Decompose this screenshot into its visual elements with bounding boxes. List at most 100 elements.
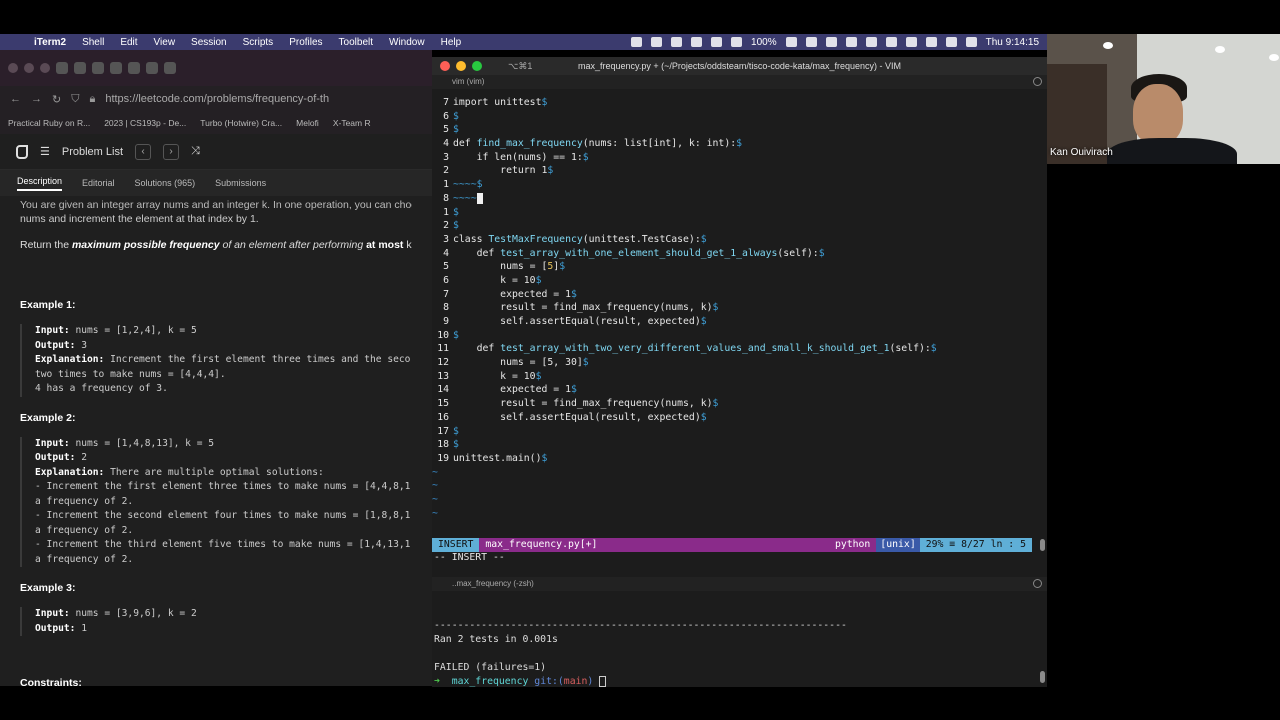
code-line[interactable]: 3 if len(nums) == 1:$	[432, 151, 1037, 165]
zsh-terminal[interactable]: ----------------------------------------…	[434, 605, 847, 687]
url-field[interactable]: https://leetcode.com/problems/frequency-…	[105, 93, 329, 105]
status-app-icon[interactable]	[651, 37, 663, 47]
browser-tab[interactable]	[164, 62, 176, 74]
status-app-icon[interactable]	[631, 37, 643, 47]
code-line[interactable]: 6 $	[432, 110, 1037, 124]
code-line[interactable]: 13 k = 10$	[432, 370, 1037, 384]
status-app-icon[interactable]	[865, 37, 877, 47]
menu-session[interactable]: Session	[183, 37, 235, 48]
code-line[interactable]: 8 result = find_max_frequency(nums, k)$	[432, 301, 1037, 315]
wifi-icon[interactable]	[905, 37, 917, 47]
leetcode-logo-icon[interactable]	[16, 144, 28, 159]
window-close-button[interactable]	[8, 63, 18, 73]
status-app-icon[interactable]	[731, 37, 743, 47]
control-center-icon[interactable]	[965, 37, 977, 47]
tab-description[interactable]: Description	[17, 176, 63, 191]
code-line[interactable]: 15 result = find_max_frequency(nums, k)$	[432, 397, 1037, 411]
input-source-icon[interactable]	[945, 37, 957, 47]
tab-solutions[interactable]: Solutions (965)	[135, 178, 196, 188]
status-app-icon[interactable]	[711, 37, 723, 47]
vim-scrollbar[interactable]	[1040, 539, 1045, 551]
menubar-clock[interactable]: Thu 9:14:15	[986, 37, 1039, 48]
problem-list-link[interactable]: Problem List	[62, 146, 123, 158]
status-app-icon[interactable]	[805, 37, 817, 47]
line-number: 4	[443, 247, 449, 259]
prev-problem-button[interactable]: ‹	[135, 143, 152, 160]
menu-view[interactable]: View	[146, 37, 184, 48]
code-line[interactable]: 16 self.assertEqual(result, expected)$	[432, 411, 1037, 425]
pane-close-icon[interactable]	[1033, 579, 1042, 588]
code-line[interactable]: 10 $	[432, 329, 1037, 343]
shield-icon[interactable]: ⛉	[71, 93, 79, 106]
menu-profiles[interactable]: Profiles	[281, 37, 330, 48]
window-close-button[interactable]	[440, 61, 450, 71]
shell-prompt[interactable]: ➜ max_frequency git:(main)	[434, 675, 847, 687]
code-line[interactable]: 4 def test_array_with_one_element_should…	[432, 247, 1037, 261]
browser-tab[interactable]	[74, 62, 86, 74]
forward-arrow-icon[interactable]: →	[31, 93, 42, 105]
code-line[interactable]: 1 ~~~~$	[432, 178, 1037, 192]
battery-percent[interactable]: 100%	[751, 37, 777, 48]
code-line[interactable]: 11 def test_array_with_two_very_differen…	[432, 342, 1037, 356]
code-line[interactable]: 2 return 1$	[432, 164, 1037, 178]
code-line[interactable]: 19 unittest.main()$	[432, 452, 1037, 466]
code-line[interactable]: 8 ~~~~	[432, 192, 1037, 206]
code-line[interactable]: 7 import unittest$	[432, 96, 1037, 110]
menu-help[interactable]: Help	[433, 37, 470, 48]
battery-icon[interactable]	[885, 37, 897, 47]
bookmark-item[interactable]: X-Team R	[333, 118, 371, 128]
window-zoom-button[interactable]	[40, 63, 50, 73]
code-line[interactable]: 2 $	[432, 219, 1037, 233]
example-explanation-line: 4 has a frequency of 3.	[35, 383, 168, 394]
code-text: self.assertEqual(result, expected)$	[453, 315, 706, 329]
menu-scripts[interactable]: Scripts	[235, 37, 282, 48]
code-line[interactable]: 6 k = 10$	[432, 274, 1037, 288]
browser-tab[interactable]	[110, 62, 122, 74]
code-line[interactable]: 9 self.assertEqual(result, expected)$	[432, 315, 1037, 329]
code-line[interactable]: 12 nums = [5, 30]$	[432, 356, 1037, 370]
menu-edit[interactable]: Edit	[112, 37, 145, 48]
code-token: import unittest	[453, 97, 542, 108]
menu-shell[interactable]: Shell	[74, 37, 112, 48]
menu-window[interactable]: Window	[381, 37, 433, 48]
shuffle-icon[interactable]: ⤨	[191, 145, 200, 158]
browser-tab[interactable]	[128, 62, 140, 74]
bookmark-item[interactable]: Practical Ruby on R...	[8, 118, 90, 128]
browser-tab[interactable]	[56, 62, 68, 74]
status-app-icon[interactable]	[845, 37, 857, 47]
status-app-icon[interactable]	[785, 37, 797, 47]
next-problem-button[interactable]: ›	[163, 143, 180, 160]
code-line[interactable]: 5 nums = [5]$	[432, 260, 1037, 274]
code-line[interactable]: 4 def find_max_frequency(nums: list[int],…	[432, 137, 1037, 151]
code-line[interactable]: 1 $	[432, 206, 1037, 220]
code-line[interactable]: 17 $	[432, 425, 1037, 439]
bookmark-item[interactable]: Turbo (Hotwire) Cra...	[200, 118, 282, 128]
bookmark-item[interactable]: Melofi	[296, 118, 319, 128]
status-app-icon[interactable]	[671, 37, 683, 47]
menu-app-name[interactable]: iTerm2	[26, 37, 74, 48]
pane-close-icon[interactable]	[1033, 77, 1042, 86]
reload-icon[interactable]: ↻	[52, 93, 61, 106]
vim-editor[interactable]: 7 import unittest$ 6 $5 $4 def find_max_frequ…	[432, 96, 1037, 556]
bookmark-item[interactable]: 2023 | CS193p - De...	[104, 118, 186, 128]
code-line[interactable]: 18 $	[432, 438, 1037, 452]
code-line[interactable]: 3 class TestMaxFrequency(unittest.TestCas…	[432, 233, 1037, 247]
code-line[interactable]: 5 $	[432, 123, 1037, 137]
menu-toolbelt[interactable]: Toolbelt	[331, 37, 381, 48]
window-minimize-button[interactable]	[24, 63, 34, 73]
browser-tab[interactable]	[146, 62, 158, 74]
tab-editorial[interactable]: Editorial	[82, 178, 115, 188]
status-app-icon[interactable]	[691, 37, 703, 47]
status-app-icon[interactable]	[825, 37, 837, 47]
search-icon[interactable]	[925, 37, 937, 47]
back-arrow-icon[interactable]: ←	[10, 93, 21, 105]
browser-tab[interactable]	[92, 62, 104, 74]
code-token: self.assertEqual(result, expected)	[453, 411, 701, 423]
window-zoom-button[interactable]	[472, 61, 482, 71]
tab-submissions[interactable]: Submissions	[215, 178, 266, 188]
code-line[interactable]: 7 expected = 1$	[432, 288, 1037, 302]
code-line[interactable]: 14 expected = 1$	[432, 383, 1037, 397]
window-minimize-button[interactable]	[456, 61, 466, 71]
list-icon[interactable]: ☰	[40, 145, 50, 158]
zsh-scrollbar[interactable]	[1040, 671, 1045, 683]
